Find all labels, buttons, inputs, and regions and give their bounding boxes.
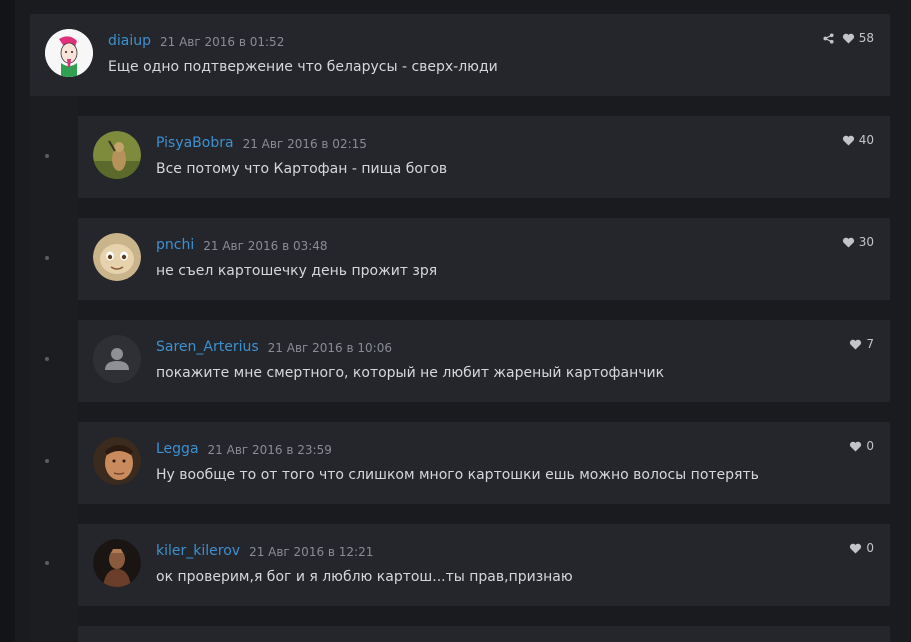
comment-meta: 7 [849,337,874,351]
comment-text: Еще одно подтвержение что беларусы - све… [108,59,498,75]
comment-date: 21 Авг 2016 в 10:06 [267,341,392,355]
comment-date: 21 Авг 2016 в 23:59 [207,443,332,457]
avatar[interactable] [93,437,141,485]
author-link[interactable]: pnchi 21 Авг 2016 в 03:48 [156,237,328,253]
author-link[interactable]: Saren_Arterius 21 Авг 2016 в 10:06 [156,339,392,355]
comment-text: Ну вообще то от того что слишком много к… [156,467,759,483]
thread-dot [45,256,49,260]
avatar[interactable] [45,29,93,77]
comment-text: не съел картошечку день прожит зря [156,263,438,279]
comment-meta: 0 [849,541,874,555]
heart-icon [842,135,855,146]
like-button[interactable]: 58 [842,31,874,45]
heart-icon [849,441,862,452]
author-link[interactable]: diaiup 21 Авг 2016 в 01:52 [108,33,284,49]
like-button[interactable]: 0 [849,439,874,453]
author-link[interactable]: kiler_kilerov 21 Авг 2016 в 12:21 [156,543,373,559]
avatar[interactable] [93,131,141,179]
like-count: 7 [866,337,874,351]
like-count: 30 [858,235,874,249]
like-button[interactable]: 7 [849,337,874,351]
user-silhouette-icon [93,335,141,383]
comment-date: 21 Авг 2016 в 01:52 [160,35,285,49]
avatar[interactable] [93,233,141,281]
like-count: 0 [866,439,874,453]
thread-dot [45,154,49,158]
comment-date: 21 Авг 2016 в 12:21 [249,545,374,559]
comment-item: pnchi 21 Авг 2016 в 03:48 не съел картоше… [78,218,890,300]
comment-text: Все потому что Картофан - пища богов [156,161,448,177]
comment-text: ок проверим,я бог и я люблю картош...ты … [156,569,573,585]
comment-item: Legga 21 Авг 2016 в 23:59 Ну вообще то от… [78,422,890,504]
reply-thread-line [30,96,78,642]
comment-date: 21 Авг 2016 в 03:48 [203,239,328,253]
share-icon[interactable] [823,32,834,44]
comment-item: Saren_Arterius 21 Авг 2016 в 10:06 покажи… [78,320,890,402]
heart-icon [849,543,862,554]
like-count: 40 [858,133,874,147]
comment-meta: 30 [842,235,874,249]
author-link[interactable]: PisyaBobra 21 Авг 2016 в 02:15 [156,135,367,151]
comment-meta: 0 [849,439,874,453]
avatar[interactable] [93,335,141,383]
like-count: 58 [858,31,874,45]
thread-dot [45,459,49,463]
like-count: 0 [866,541,874,555]
comment-item: diaiup 21 Авг 2016 в 01:52 Еще одно подтв… [30,14,890,96]
comment-meta: 40 [842,133,874,147]
comment-item: kiler_kilerov 21 Авг 2016 в 12:21 ок пров… [78,524,890,606]
comment-meta: 58 [823,31,874,45]
comment-item-partial [78,626,890,642]
heart-icon [842,237,855,248]
heart-icon [849,339,862,350]
thread-dot [45,357,49,361]
like-button[interactable]: 0 [849,541,874,555]
like-button[interactable]: 30 [842,235,874,249]
comment-date: 21 Авг 2016 в 02:15 [242,137,367,151]
thread-dot [45,561,49,565]
like-button[interactable]: 40 [842,133,874,147]
comment-item: PisyaBobra 21 Авг 2016 в 02:15 Все потому… [78,116,890,198]
heart-icon [842,33,855,44]
avatar[interactable] [93,539,141,587]
comment-text: покажите мне смертного, который не любит… [156,365,665,381]
author-link[interactable]: Legga 21 Авг 2016 в 23:59 [156,441,332,457]
